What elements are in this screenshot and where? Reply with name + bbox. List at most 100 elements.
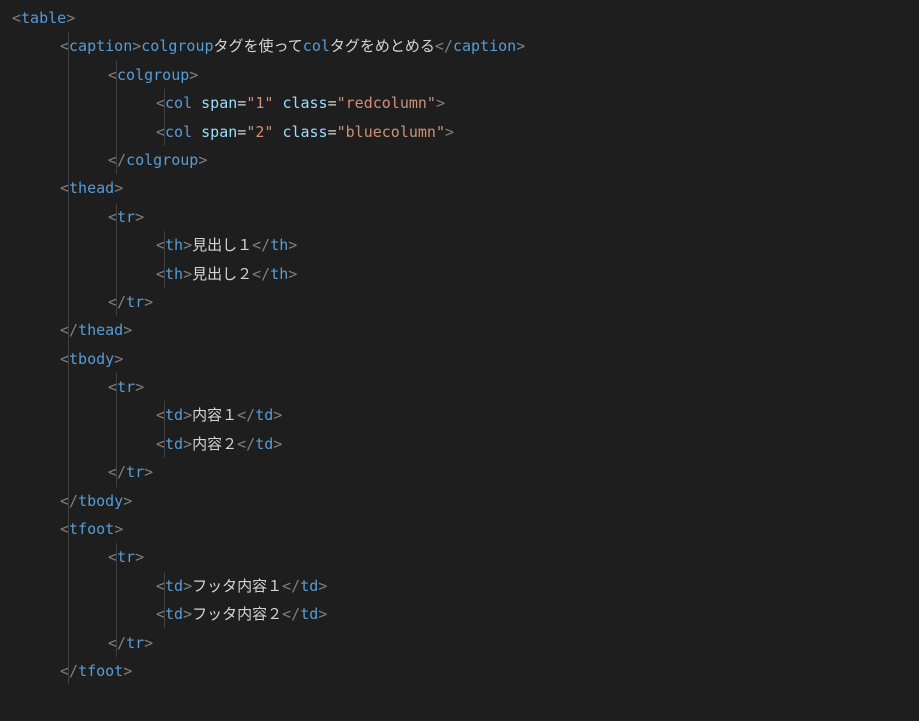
token-text: フッタ内容２	[192, 605, 282, 623]
token-text: =	[237, 123, 246, 141]
code-line[interactable]: <caption>colgroupタグを使ってcolタグをめとめる</capti…	[12, 32, 911, 60]
code-line[interactable]: </tbody>	[12, 487, 911, 515]
indent-guide	[116, 231, 117, 259]
indent-guide	[116, 458, 117, 486]
token-bracket: </	[108, 634, 126, 652]
indent-guide	[116, 146, 117, 174]
code-line[interactable]: </tr>	[12, 288, 911, 316]
token-tag: thead	[69, 179, 114, 197]
code-line[interactable]: <col span="1" class="redcolumn">	[12, 89, 911, 117]
token-bracket: </	[435, 37, 453, 55]
code-line-content: </tr>	[12, 458, 153, 486]
indent-guide	[116, 89, 117, 117]
code-line[interactable]: <th>見出し１</th>	[12, 231, 911, 259]
code-line-content: <td>内容２</td>	[12, 430, 282, 458]
code-line-content: </tr>	[12, 288, 153, 316]
code-line[interactable]: <tbody>	[12, 345, 911, 373]
code-line[interactable]: <thead>	[12, 174, 911, 202]
token-text: 見出し２	[192, 265, 252, 283]
token-bracket: </	[252, 236, 270, 254]
code-line[interactable]: <td>内容２</td>	[12, 430, 911, 458]
code-line[interactable]: <tr>	[12, 373, 911, 401]
token-tag: table	[21, 9, 66, 27]
code-line[interactable]: </colgroup>	[12, 146, 911, 174]
token-attr-value: "redcolumn"	[337, 94, 436, 112]
token-text: タグを使って	[214, 37, 303, 55]
code-line-content: </colgroup>	[12, 146, 207, 174]
code-line[interactable]: </thead>	[12, 316, 911, 344]
code-line[interactable]: <tfoot>	[12, 515, 911, 543]
token-bracket: </	[282, 605, 300, 623]
token-text	[192, 123, 201, 141]
token-bracket: >	[516, 37, 525, 55]
token-text: =	[328, 94, 337, 112]
indent-guide	[68, 657, 69, 685]
code-line-content: <tr>	[12, 543, 144, 571]
code-line[interactable]: </tfoot>	[12, 657, 911, 685]
indent-guide	[68, 515, 69, 543]
indent-guide	[116, 430, 117, 458]
code-line-content: </tr>	[12, 629, 153, 657]
token-text: =	[328, 123, 337, 141]
token-tag: colgroup	[126, 151, 198, 169]
token-tag: caption	[69, 37, 132, 55]
token-text: =	[237, 94, 246, 112]
indent-guide	[164, 600, 165, 628]
token-bracket: >	[144, 463, 153, 481]
code-line[interactable]: <tr>	[12, 543, 911, 571]
token-tag: colgroup	[117, 66, 189, 84]
indent-guide	[164, 430, 165, 458]
token-text	[192, 94, 201, 112]
token-bracket: >	[114, 179, 123, 197]
token-tag: td	[165, 605, 183, 623]
token-bracket: >	[135, 208, 144, 226]
indent-guide	[68, 401, 69, 429]
code-line[interactable]: <colgroup>	[12, 61, 911, 89]
indent-guide	[164, 89, 165, 117]
indent-guide	[116, 118, 117, 146]
indent-guide	[116, 629, 117, 657]
token-tag: col	[303, 37, 330, 55]
indent-guide	[68, 345, 69, 373]
token-bracket: <	[12, 9, 21, 27]
code-line-content: <th>見出し２</th>	[12, 260, 297, 288]
code-line[interactable]: </tr>	[12, 629, 911, 657]
token-bracket: >	[135, 548, 144, 566]
indent-guide	[116, 572, 117, 600]
token-tag: th	[165, 265, 183, 283]
code-editor[interactable]: <table><caption>colgroupタグを使ってcolタグをめとめる…	[0, 0, 919, 689]
code-line[interactable]: <tr>	[12, 203, 911, 231]
token-tag: th	[165, 236, 183, 254]
token-bracket: >	[183, 605, 192, 623]
code-line-content: <td>内容１</td>	[12, 401, 282, 429]
token-bracket: </	[108, 151, 126, 169]
code-line[interactable]: <th>見出し２</th>	[12, 260, 911, 288]
code-line[interactable]: <col span="2" class="bluecolumn">	[12, 118, 911, 146]
token-tag: tbody	[69, 350, 114, 368]
code-line[interactable]: <td>フッタ内容２</td>	[12, 600, 911, 628]
token-bracket: </	[60, 492, 78, 510]
token-bracket: >	[189, 66, 198, 84]
indent-guide	[68, 543, 69, 571]
token-bracket: </	[60, 321, 78, 339]
token-attr-name: span	[201, 94, 237, 112]
indent-guide	[116, 543, 117, 571]
code-line[interactable]: <td>内容１</td>	[12, 401, 911, 429]
code-line-content: <table>	[12, 4, 75, 32]
code-line[interactable]: <table>	[12, 4, 911, 32]
token-bracket: >	[123, 492, 132, 510]
token-bracket: >	[183, 435, 192, 453]
indent-guide	[164, 260, 165, 288]
indent-guide	[68, 629, 69, 657]
indent-guide	[116, 61, 117, 89]
code-line-content: </tfoot>	[12, 657, 132, 685]
indent-guide	[68, 487, 69, 515]
token-bracket: >	[114, 520, 123, 538]
code-line[interactable]: </tr>	[12, 458, 911, 486]
code-line[interactable]: <td>フッタ内容１</td>	[12, 572, 911, 600]
token-bracket: >	[273, 406, 282, 424]
token-tag: td	[255, 406, 273, 424]
token-text: 見出し１	[192, 236, 252, 254]
indent-guide	[164, 118, 165, 146]
indent-guide	[68, 231, 69, 259]
